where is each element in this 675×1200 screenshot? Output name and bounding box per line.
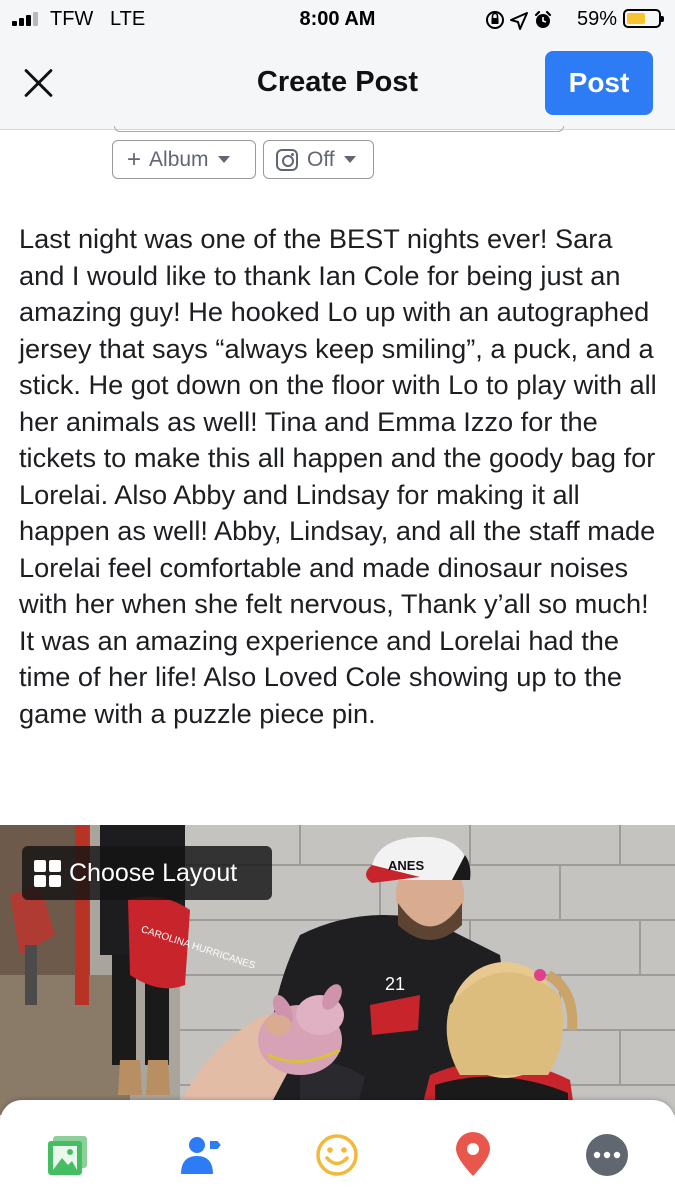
battery-level: [627, 13, 645, 24]
instagram-label: Off: [307, 147, 335, 171]
status-bar: TFW LTE 8:00 AM 59%: [0, 0, 675, 40]
post-options-tray: [0, 1100, 675, 1200]
caret-down-icon: [217, 156, 230, 163]
location-arrow-icon: [510, 12, 528, 30]
choose-layout-label: Choose Layout: [69, 858, 238, 887]
post-text-input[interactable]: Last night was one of the BEST nights ev…: [19, 221, 659, 732]
album-dropdown[interactable]: + Album: [112, 140, 256, 179]
post-button[interactable]: Post: [545, 51, 653, 115]
audience-selector-edge: [114, 126, 564, 132]
battery-icon: [623, 9, 664, 28]
create-post-header: Create Post Post: [0, 40, 675, 130]
instagram-share-dropdown[interactable]: Off: [263, 140, 374, 179]
cap-text: ANES: [388, 858, 424, 873]
more-icon[interactable]: [584, 1132, 630, 1178]
screen-rotation-lock-icon: [486, 11, 504, 29]
attached-photo[interactable]: CAROLINA HURRICANES 21 ANES Choose Layou…: [0, 825, 675, 1115]
instagram-icon: [276, 148, 298, 171]
status-icons: [485, 9, 555, 36]
check-in-icon[interactable]: [450, 1132, 496, 1178]
alarm-icon: [534, 10, 552, 28]
choose-layout-button[interactable]: Choose Layout: [22, 846, 272, 900]
feeling-icon[interactable]: [314, 1132, 360, 1178]
plus-icon: +: [127, 145, 142, 173]
battery-percent: 59%: [576, 8, 617, 30]
tag-people-icon[interactable]: [178, 1132, 224, 1178]
caret-down-icon: [343, 156, 356, 163]
album-label: Album: [149, 147, 209, 171]
jersey-number: 21: [385, 974, 405, 994]
status-time: 8:00 AM: [299, 8, 376, 30]
photo-icon[interactable]: [45, 1132, 91, 1178]
layout-grid-icon: [34, 859, 61, 887]
